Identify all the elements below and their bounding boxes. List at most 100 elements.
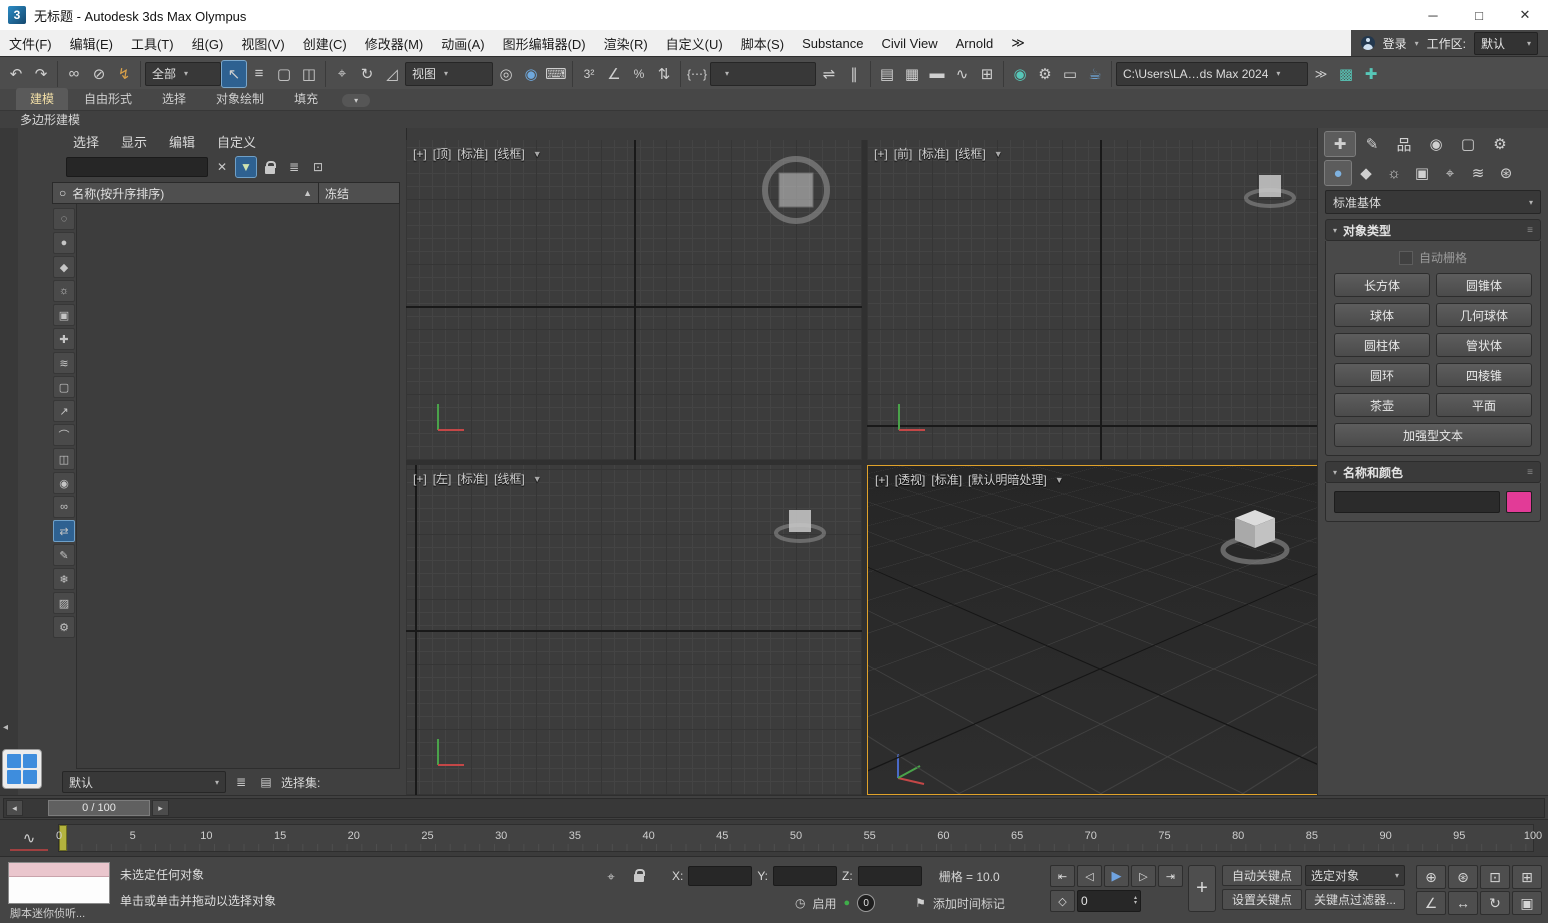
maxscript-mini-listener[interactable]	[8, 862, 110, 904]
select-and-manipulate-icon[interactable]: ◉	[519, 61, 543, 87]
ribbon-tab-modeling[interactable]: 建模	[16, 88, 69, 110]
select-by-name-icon[interactable]: ≡	[247, 61, 271, 87]
viewport-menu-standard[interactable]: [标准]	[457, 145, 488, 162]
toggle-ribbon-icon[interactable]: ▬	[925, 61, 949, 87]
ribbon-tab-freeform[interactable]: 自由形式	[70, 88, 146, 110]
spinner-down-icon[interactable]: ▾	[1134, 900, 1137, 906]
display-helpers-icon[interactable]: ✚	[53, 328, 75, 350]
explorer-menu-display[interactable]: 显示	[110, 132, 158, 151]
toggle-layer-explorer-icon[interactable]: ▦	[900, 61, 924, 87]
z-coordinate-input[interactable]	[857, 866, 922, 886]
pick-from-scene-icon[interactable]: ⊡	[308, 157, 328, 177]
render-setup-icon[interactable]: ⚙	[1033, 61, 1057, 87]
sphere-button[interactable]: 球体	[1334, 303, 1430, 327]
menu-overflow-icon[interactable]: ≫	[1002, 30, 1034, 56]
column-header-frozen[interactable]: 冻结	[318, 183, 399, 203]
viewport-menu-pov[interactable]: [透视]	[895, 471, 926, 488]
display-hidden-icon[interactable]: ▨	[53, 592, 75, 614]
undo-icon[interactable]: ↶	[4, 61, 28, 87]
plane-button[interactable]: 平面	[1436, 393, 1532, 417]
tube-button[interactable]: 管状体	[1436, 333, 1532, 357]
clear-search-icon[interactable]: ✕	[212, 157, 232, 177]
ribbon-tab-populate[interactable]: 填充	[280, 88, 332, 110]
helpers-category-icon[interactable]: ⌖	[1437, 161, 1463, 185]
menu-create[interactable]: 创建(C)	[294, 30, 356, 56]
toggle-scene-explorer-icon[interactable]: ▤	[875, 61, 899, 87]
ribbon-subtab-polygon-modeling[interactable]: 多边形建模	[12, 111, 88, 128]
schematic-view-icon[interactable]: ⊞	[975, 61, 999, 87]
select-object-icon[interactable]: ↖	[221, 59, 247, 88]
display-shapes-icon[interactable]: ◆	[53, 256, 75, 278]
time-slider-track[interactable]: ◂ 0 / 100 ▸	[3, 798, 1545, 818]
name-color-rollout-header[interactable]: ▾ 名称和颜色 ≡	[1325, 461, 1541, 483]
menu-rendering[interactable]: 渲染(R)	[595, 30, 657, 56]
view-cube-gizmo[interactable]	[1242, 168, 1298, 210]
zoom-extents-all-icon[interactable]: ⊞	[1512, 865, 1542, 889]
viewport-filter-icon[interactable]: ▼	[533, 149, 542, 159]
menu-views[interactable]: 视图(V)	[232, 30, 293, 56]
selection-lock-icon[interactable]	[628, 865, 650, 885]
auto-key-button[interactable]: 自动关键点	[1222, 865, 1302, 886]
x-coordinate-input[interactable]	[688, 866, 753, 886]
explorer-settings-icon[interactable]: ⚙	[53, 616, 75, 638]
shapes-category-icon[interactable]: ◆	[1353, 161, 1379, 185]
geosphere-button[interactable]: 几何球体	[1436, 303, 1532, 327]
maximize-button[interactable]: □	[1456, 0, 1502, 30]
toolbar-overflow-icon[interactable]: ≫	[1309, 61, 1333, 87]
motion-tab-icon[interactable]: ◉	[1421, 132, 1451, 156]
cylinder-button[interactable]: 圆柱体	[1334, 333, 1430, 357]
utilities-tab-icon[interactable]: ⚙	[1485, 132, 1515, 156]
viewport-filter-icon[interactable]: ▼	[533, 474, 542, 484]
panel-collapse-icon[interactable]: ◂	[3, 722, 8, 733]
selected-filter-dropdown[interactable]: 选定对象 ▾	[1305, 865, 1405, 886]
viewport-filter-icon[interactable]: ▼	[994, 149, 1003, 159]
next-frame-arrow-icon[interactable]: ▸	[152, 800, 169, 816]
enable-label[interactable]: 启用	[812, 895, 836, 912]
next-frame-button[interactable]: ▷	[1131, 865, 1156, 887]
menu-scripting[interactable]: 脚本(S)	[732, 30, 793, 56]
viewport-menu-general[interactable]: [+]	[413, 472, 427, 486]
display-groups-icon[interactable]: ▢	[53, 376, 75, 398]
zoom-extents-icon[interactable]: ⊡	[1480, 865, 1510, 889]
set-key-button[interactable]: 设置关键点	[1222, 889, 1302, 910]
spinner-snap-icon[interactable]: ⇅	[652, 61, 676, 87]
torus-button[interactable]: 圆环	[1334, 363, 1430, 387]
display-none-icon[interactable]: ◌	[53, 208, 75, 230]
pick-material-icon[interactable]: ✎	[53, 544, 75, 566]
geometry-category-dropdown[interactable]: 标准基体 ▾	[1325, 190, 1541, 214]
viewport-menu-pov[interactable]: [前]	[894, 145, 913, 162]
current-frame-field[interactable]: 0 ▴ ▾	[1077, 890, 1141, 912]
viewport-layout-tabs-icon[interactable]	[2, 749, 42, 789]
display-space-warps-icon[interactable]: ≋	[53, 352, 75, 374]
viewport-menu-general[interactable]: [+]	[413, 147, 427, 161]
select-and-move-icon[interactable]: ⌖	[330, 61, 354, 87]
orbit-icon[interactable]: ↻	[1480, 891, 1510, 915]
viewport-front[interactable]: [+] [前] [标准] [线框] ▼	[867, 140, 1332, 460]
object-type-rollout-header[interactable]: ▾ 对象类型 ≡	[1325, 219, 1541, 241]
viewport-menu-shading[interactable]: [默认明暗处理]	[968, 471, 1047, 488]
macro-recorder-area[interactable]	[9, 863, 109, 877]
rectangular-selection-region-icon[interactable]: ▢	[272, 61, 296, 87]
minimize-button[interactable]: ─	[1410, 0, 1456, 30]
keyboard-shortcut-override-icon[interactable]: ⌨	[544, 61, 568, 87]
display-lights-icon[interactable]: ☼	[53, 280, 75, 302]
layer-list-icon[interactable]: ▤	[256, 772, 276, 792]
reference-coordinate-dropdown[interactable]: 视图 ▾	[405, 61, 493, 86]
autogrid-checkbox[interactable]	[1398, 250, 1413, 265]
y-coordinate-input[interactable]	[773, 866, 838, 886]
viewport-top[interactable]: [+] [顶] [标准] [线框] ▼	[406, 140, 862, 460]
lights-category-icon[interactable]: ☼	[1381, 161, 1407, 185]
viewport-menu-general[interactable]: [+]	[875, 473, 889, 487]
explorer-search-input[interactable]	[66, 157, 208, 177]
align-icon[interactable]: ∥	[842, 61, 866, 87]
viewport-menu-pov[interactable]: [顶]	[433, 145, 452, 162]
named-selection-dropdown[interactable]: ▾	[710, 61, 816, 86]
viewport-filter-icon[interactable]: ▼	[1055, 475, 1064, 485]
sign-in-caret-icon[interactable]: ▾	[1415, 39, 1419, 48]
absolute-mode-icon[interactable]: ⌖	[600, 867, 622, 887]
view-cube-gizmo[interactable]	[1219, 504, 1291, 568]
display-influences-icon[interactable]: ∞	[53, 496, 75, 518]
viewport-menu-shading[interactable]: [线框]	[955, 145, 986, 162]
lock-explorer-icon[interactable]	[260, 157, 280, 177]
previous-frame-button[interactable]: ◁	[1077, 865, 1102, 887]
